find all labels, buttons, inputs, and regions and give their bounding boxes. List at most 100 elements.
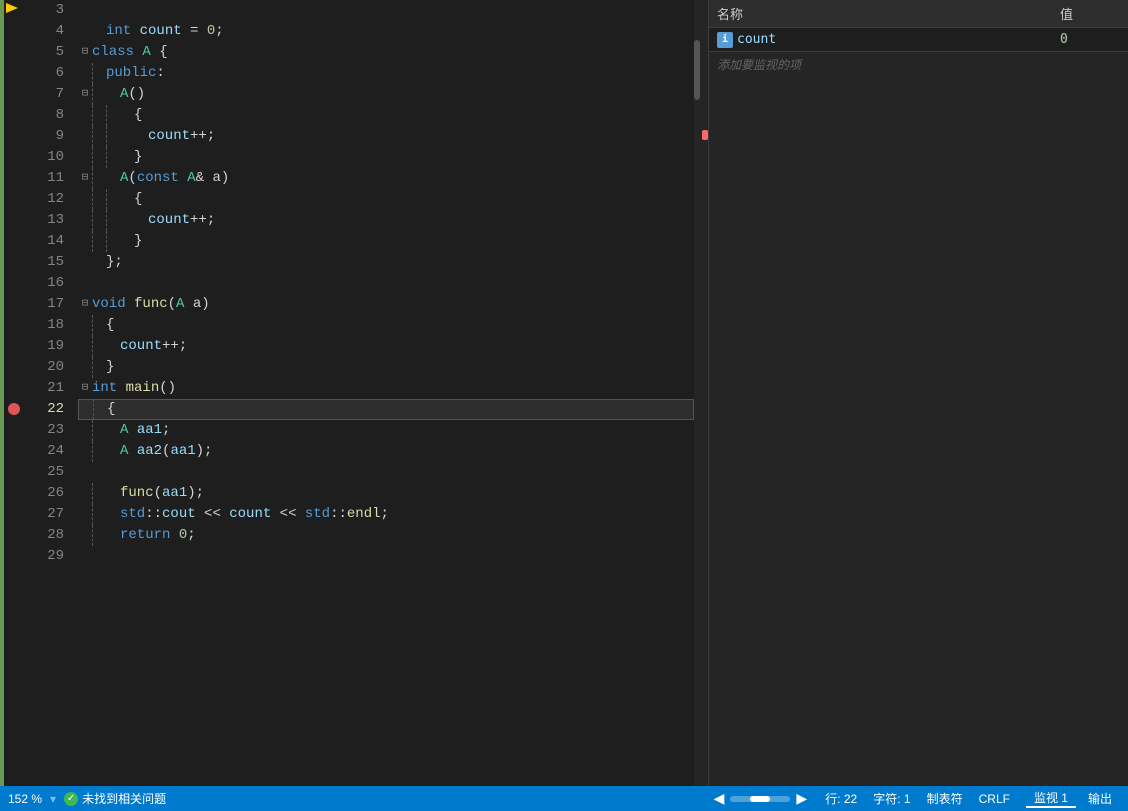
- code-line-18: {: [78, 315, 694, 336]
- row-value: 22: [844, 792, 857, 806]
- watch-header: 名称 值: [709, 0, 1128, 28]
- collapse-icon-21[interactable]: ⊟: [78, 378, 92, 399]
- bottom-tabs: 监视 1 输出: [1026, 789, 1120, 808]
- var-aa2: aa2: [137, 441, 162, 462]
- watch-add-hint[interactable]: 添加要监视的项: [709, 52, 1128, 77]
- collapse-icon-17[interactable]: ⊟: [78, 294, 92, 315]
- code-line-22: {: [78, 399, 694, 420]
- keyword-const: const: [137, 168, 179, 189]
- line-num-14: 14: [24, 231, 74, 252]
- line-num-23: 23: [24, 420, 74, 441]
- line-num-27: 27: [24, 504, 74, 525]
- keyword-return: return: [120, 525, 170, 546]
- keyword-void: void: [92, 294, 126, 315]
- tab-output[interactable]: 输出: [1080, 790, 1120, 807]
- line-num-18: 18: [24, 315, 74, 336]
- char-info: 字符: 1: [873, 790, 910, 807]
- code-line-8: {: [78, 105, 694, 126]
- code-line-3: [78, 0, 694, 21]
- keyword-public: public: [106, 63, 156, 84]
- collapse-icon-7[interactable]: ⊟: [78, 84, 92, 105]
- line-num-29: 29: [24, 546, 74, 567]
- code-line-13: count ++;: [78, 210, 694, 231]
- code-editor[interactable]: int count = 0 ; ⊟ class A {: [74, 0, 694, 786]
- status-issue: ✓ 未找到相关问题: [64, 790, 166, 807]
- code-line-24: A aa2 ( aa1 );: [78, 441, 694, 462]
- collapse-icon-5[interactable]: ⊟: [78, 42, 92, 63]
- keyword-class: class: [92, 42, 134, 63]
- status-scrollbar[interactable]: [730, 796, 790, 802]
- eol-info: CRLF: [979, 792, 1010, 806]
- watch-item-icon: i: [717, 32, 733, 48]
- nav-prev-button[interactable]: ◀: [712, 790, 727, 807]
- tab-info: 制表符: [927, 790, 963, 807]
- issue-check-icon: ✓: [64, 792, 78, 806]
- var-count-19: count: [120, 336, 162, 357]
- line-num-19: 19: [24, 336, 74, 357]
- scrollbar-minimap-marker: [702, 130, 708, 140]
- keyword-int-main: int: [92, 378, 117, 399]
- tab-watch1[interactable]: 监视 1: [1026, 789, 1076, 808]
- line-num-9: 9: [24, 126, 74, 147]
- collapse-icon-11[interactable]: ⊟: [78, 168, 92, 189]
- watch-item-name: count: [737, 32, 1060, 47]
- main-container: 3 4 5 6 7 8 9 10 11 12 13 14 15 16 17 18…: [0, 0, 1128, 786]
- var-count-9: count: [148, 126, 190, 147]
- arrow-icon: [4, 0, 20, 16]
- line-num-6: 6: [24, 63, 74, 84]
- code-line-19: count ++;: [78, 336, 694, 357]
- nav-next-button[interactable]: ▶: [794, 790, 809, 807]
- code-line-26: func ( aa1 );: [78, 483, 694, 504]
- char-value: 1: [904, 792, 911, 806]
- line-num-10: 10: [24, 147, 74, 168]
- line-num-13: 13: [24, 210, 74, 231]
- breakpoint-area[interactable]: [4, 0, 24, 786]
- watch-panel: 名称 值 i count 0 添加要监视的项: [708, 0, 1128, 786]
- code-line-11: ⊟ A ( const A & a): [78, 168, 694, 189]
- line-num-11: 11: [24, 168, 74, 189]
- type-a-ctor: A: [120, 84, 128, 105]
- code-line-10: }: [78, 147, 694, 168]
- type-a-copy: A: [120, 168, 128, 189]
- line-num-21: 21: [24, 378, 74, 399]
- code-line-4: int count = 0 ;: [78, 21, 694, 42]
- keyword-std-cout: std: [120, 504, 145, 525]
- line-num-15: 15: [24, 252, 74, 273]
- scrollbar-track[interactable]: [694, 0, 708, 786]
- line-num-24: 24: [24, 441, 74, 462]
- line-num-16: 16: [24, 273, 74, 294]
- scrollbar-thumb[interactable]: [694, 40, 700, 100]
- code-line-16: [78, 273, 694, 294]
- zoom-divider: ▾: [50, 792, 56, 806]
- code-line-14: }: [78, 231, 694, 252]
- breakpoint-dot[interactable]: [8, 403, 20, 415]
- watch-row-count[interactable]: i count 0: [709, 28, 1128, 52]
- line-num-3: 3: [24, 0, 74, 21]
- code-line-20: }: [78, 357, 694, 378]
- code-line-21: ⊟ int main (): [78, 378, 694, 399]
- line-num-25: 25: [24, 462, 74, 483]
- line-num-8: 8: [24, 105, 74, 126]
- code-line-28: return 0 ;: [78, 525, 694, 546]
- row-label: 行:: [825, 792, 840, 806]
- line-num-26: 26: [24, 483, 74, 504]
- watch-col-value-label: 值: [1060, 4, 1120, 23]
- line-num-5: 5: [24, 42, 74, 63]
- code-line-29: [78, 546, 694, 567]
- var-count: count: [140, 21, 182, 42]
- status-bar: 152 % ▾ ✓ 未找到相关问题 ◀ ▶ 行: 22 字符: 1 制表符 CR…: [0, 786, 1128, 811]
- line-num-17: 17: [24, 294, 74, 315]
- status-right: ◀ ▶ 行: 22 字符: 1 制表符 CRLF 监视 1 输出: [712, 789, 1120, 808]
- code-line-17: ⊟ void func ( A a): [78, 294, 694, 315]
- code-scroll: 3 4 5 6 7 8 9 10 11 12 13 14 15 16 17 18…: [0, 0, 708, 786]
- code-line-23: A aa1 ;: [78, 420, 694, 441]
- var-count-13: count: [148, 210, 190, 231]
- status-nav: ◀ ▶: [712, 790, 810, 807]
- execution-arrow: [4, 0, 20, 16]
- status-scrollbar-thumb: [750, 796, 770, 802]
- line-num-22: 22: [24, 399, 74, 420]
- watch-col-name-label: 名称: [717, 4, 1060, 23]
- fn-main: main: [126, 378, 160, 399]
- type-a: A: [142, 42, 150, 63]
- scrollbar[interactable]: [694, 0, 708, 786]
